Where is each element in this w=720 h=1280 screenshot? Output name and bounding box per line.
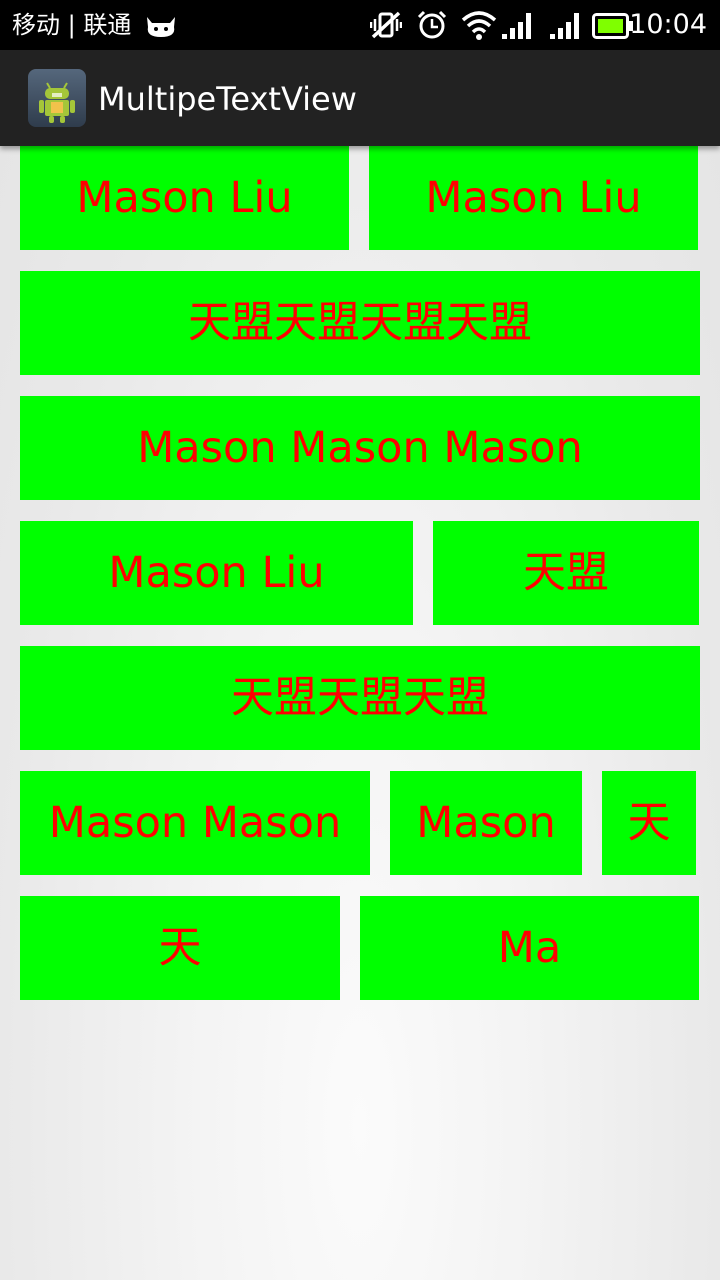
- text-item[interactable]: 天: [602, 771, 696, 875]
- text-item[interactable]: Mason Liu: [20, 146, 349, 250]
- text-item[interactable]: 天盟: [433, 521, 699, 625]
- status-bar: 移动 | 联通 10:04: [0, 0, 720, 50]
- app-title: MultipeTextView: [98, 80, 357, 118]
- text-item[interactable]: Mason Mason: [20, 771, 370, 875]
- text-item[interactable]: Mason Liu: [20, 521, 413, 625]
- carrier-label: 移动 | 联通: [12, 11, 132, 39]
- wifi-icon: [461, 11, 497, 40]
- battery-icon: [592, 13, 633, 39]
- alarm-icon: [417, 10, 447, 39]
- text-item[interactable]: Ma: [360, 896, 699, 1000]
- vibrate-off-icon: [370, 11, 402, 39]
- text-item[interactable]: 天盟天盟天盟: [20, 646, 700, 750]
- signal-icon: [502, 13, 531, 39]
- text-item[interactable]: 天盟天盟天盟天盟: [20, 271, 700, 375]
- cat-notification-icon: [147, 17, 175, 37]
- text-item[interactable]: Mason Liu: [369, 146, 698, 250]
- text-item[interactable]: Mason Mason Mason: [20, 396, 700, 500]
- multiline-text-container: Mason Liu Mason Liu 天盟天盟天盟天盟 Mason Mason…: [0, 146, 720, 1280]
- signal-icon: [550, 13, 579, 39]
- text-item[interactable]: Mason: [390, 771, 582, 875]
- action-bar: MultipeTextView: [0, 50, 720, 146]
- clock-label: 10:04: [629, 9, 707, 40]
- text-item[interactable]: 天: [20, 896, 340, 1000]
- android-app-icon[interactable]: [28, 69, 86, 127]
